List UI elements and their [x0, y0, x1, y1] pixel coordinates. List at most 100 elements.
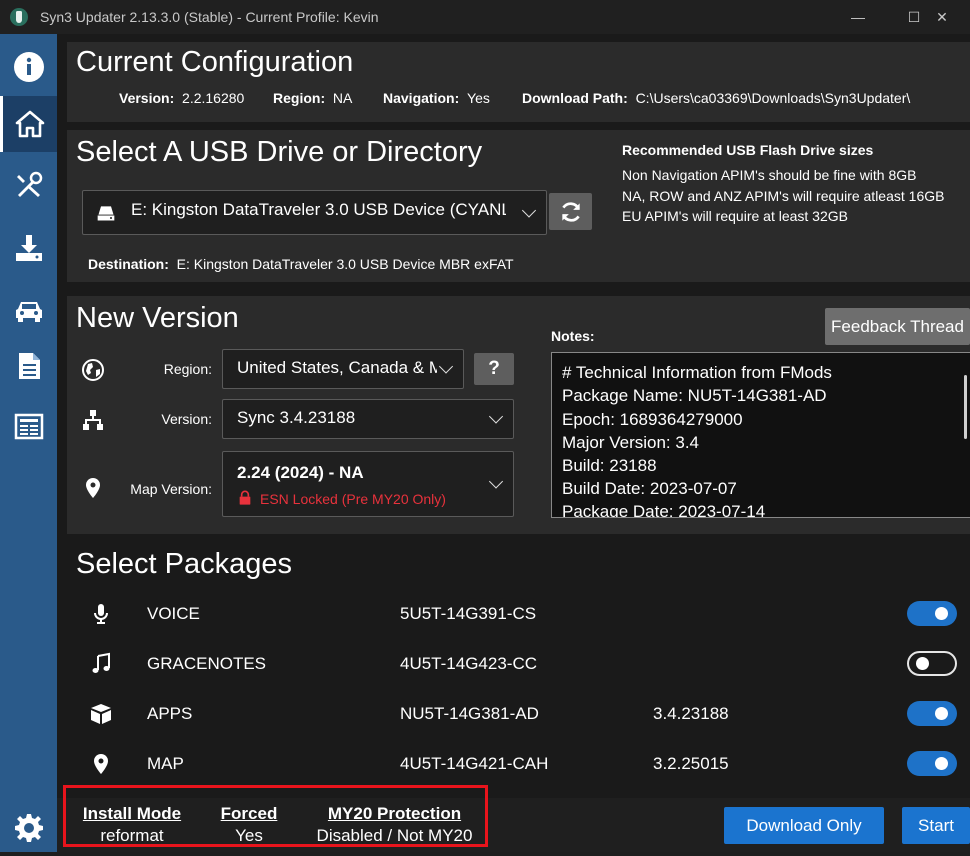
notes-line: Package Name: NU5T-14G381-AD [562, 386, 827, 405]
current-version: Version: 2.2.16280 [119, 90, 244, 106]
download-path-value: C:\Users\ca03369\Downloads\Syn3Updater\ [635, 90, 911, 106]
usb-heading: Select A USB Drive or Directory [76, 136, 483, 168]
sidebar [0, 34, 57, 852]
minimize-button[interactable]: — [830, 0, 886, 34]
current-navigation-label: Navigation: [383, 90, 460, 106]
document-icon [18, 353, 40, 379]
version-select[interactable]: Sync 3.4.23188 [222, 399, 514, 439]
package-toggle-apps[interactable] [907, 701, 957, 726]
lock-icon [239, 490, 251, 505]
notes-scrollbar[interactable] [964, 375, 967, 439]
notes-line: Epoch: 1689364279000 [562, 410, 743, 429]
home-icon [15, 110, 45, 138]
usb-drive-value: E: Kingston DataTraveler 3.0 USB Device … [131, 200, 506, 219]
package-row-voice: VOICE 5U5T-14G391-CS [57, 592, 970, 642]
usb-destination: Destination: E: Kingston DataTraveler 3.… [88, 256, 514, 272]
refresh-drives-button[interactable] [549, 193, 592, 230]
refresh-icon [561, 201, 580, 222]
package-box-icon [89, 702, 113, 726]
chevron-down-icon [488, 409, 504, 424]
window-title: Syn3 Updater 2.13.3.0 (Stable) - Current… [40, 9, 379, 25]
package-code: 4U5T-14G421-CAH [400, 754, 549, 773]
package-name: MAP [147, 754, 184, 773]
region-value: United States, Canada & Mexico [237, 358, 437, 377]
region-help-button[interactable]: ? [474, 353, 514, 385]
nav-logs[interactable] [0, 338, 57, 394]
toggle-knob [916, 657, 929, 670]
map-version-select[interactable]: 2.24 (2024) - NA ESN Locked (Pre MY20 On… [222, 451, 514, 517]
nav-about[interactable] [0, 39, 57, 95]
current-download-path: Download Path: C:\Users\ca03369\Download… [522, 90, 910, 106]
notes-line: Major Version: 3.4 [562, 433, 700, 452]
package-code: 5U5T-14G391-CS [400, 604, 537, 623]
package-toggle-map[interactable] [907, 751, 957, 776]
nav-home[interactable] [0, 96, 57, 152]
current-config-heading: Current Configuration [76, 46, 354, 78]
gear-icon [14, 814, 43, 842]
notes-line: Build: 23188 [562, 456, 657, 475]
version-label: Version: [161, 411, 212, 427]
package-name: VOICE [147, 604, 200, 623]
version-value: Sync 3.4.23188 [237, 408, 356, 427]
destination-value: E: Kingston DataTraveler 3.0 USB Device … [176, 256, 514, 272]
region-select[interactable]: United States, Canada & Mexico [222, 349, 464, 389]
package-row-apps: APPS NU5T-14G381-AD 3.4.23188 [57, 692, 970, 742]
map-pin-icon [86, 478, 100, 498]
start-button[interactable]: Start [902, 807, 970, 844]
current-region: Region: NA [273, 90, 352, 106]
map-pin-icon [89, 752, 113, 776]
nav-profiles[interactable] [0, 282, 57, 338]
current-navigation-value: Yes [467, 90, 490, 106]
tools-icon [16, 171, 42, 197]
microphone-icon [89, 602, 113, 626]
car-icon [15, 302, 42, 322]
music-note-icon [89, 652, 113, 676]
chevron-down-icon [438, 359, 454, 374]
globe-icon [82, 359, 104, 381]
nav-downloads[interactable] [0, 220, 57, 276]
toggle-knob [935, 707, 948, 720]
chevron-down-icon [521, 202, 537, 218]
notes-textbox[interactable]: # Technical Information from FMods Packa… [551, 352, 970, 518]
package-code: 4U5T-14G423-CC [400, 654, 538, 673]
package-code: NU5T-14G381-AD [400, 704, 539, 723]
notes-line: Build Date: 2023-07-07 [562, 479, 737, 498]
download-path-label: Download Path: [522, 90, 628, 106]
current-region-value: NA [332, 90, 353, 106]
region-label: Region: [163, 361, 212, 377]
feedback-thread-button[interactable]: Feedback Thread [825, 308, 970, 345]
nav-news[interactable] [0, 398, 57, 454]
current-version-value: 2.2.16280 [182, 90, 245, 106]
package-row-gracenotes: GRACENOTES 4U5T-14G423-CC [57, 642, 970, 692]
destination-label: Destination: [88, 256, 169, 272]
main-content: Current Configuration Version: 2.2.16280… [57, 34, 970, 852]
package-toggle-voice[interactable] [907, 601, 957, 626]
chevron-down-icon [488, 474, 504, 489]
package-version: 3.4.23188 [653, 704, 729, 723]
info-icon [13, 52, 44, 82]
package-toggle-gracenotes[interactable] [907, 651, 957, 676]
toggle-knob [935, 607, 948, 620]
title-bar: Syn3 Updater 2.13.3.0 (Stable) - Current… [0, 0, 970, 34]
map-locked-text: ESN Locked (Pre MY20 Only) [260, 491, 446, 507]
current-region-label: Region: [273, 90, 326, 106]
nav-settings[interactable] [0, 800, 57, 856]
recommended-line-3: EU APIM's will require at least 32GB [622, 208, 848, 224]
app-logo-icon [10, 8, 28, 26]
notes-line: Package Date: 2023-07-14 [562, 502, 766, 518]
notes-label: Notes: [551, 328, 595, 344]
nav-utility[interactable] [0, 158, 57, 214]
highlight-annotation-box [63, 785, 488, 847]
close-button[interactable]: ✕ [914, 0, 970, 34]
drive-icon [97, 206, 115, 221]
newspaper-icon [14, 413, 43, 440]
package-version: 3.2.25015 [653, 754, 729, 773]
recommended-title: Recommended USB Flash Drive sizes [622, 142, 874, 158]
sitemap-icon [83, 410, 103, 430]
notes-line: # Technical Information from FMods [562, 363, 832, 382]
usb-drive-select[interactable]: E: Kingston DataTraveler 3.0 USB Device … [82, 190, 547, 235]
current-version-label: Version: [119, 90, 175, 106]
recommended-line-1: Non Navigation APIM's should be fine wit… [622, 167, 917, 183]
map-version-value: 2.24 (2024) - NA [237, 463, 364, 482]
download-only-button[interactable]: Download Only [724, 807, 884, 844]
